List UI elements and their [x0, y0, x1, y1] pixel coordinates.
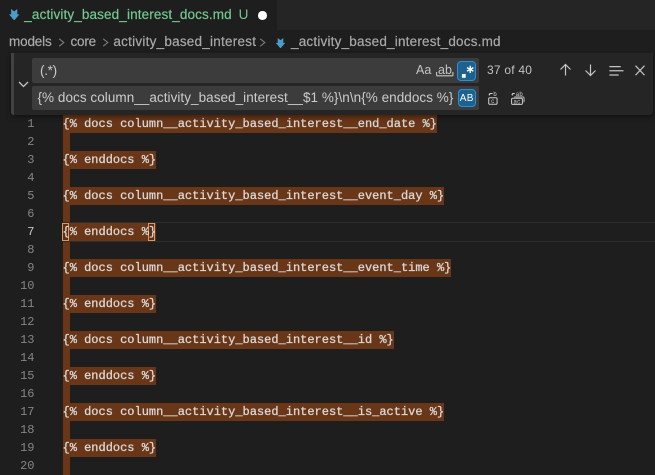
- svg-text:ac: ac: [513, 98, 521, 105]
- svg-text:b: b: [493, 91, 497, 98]
- svg-text:c: c: [491, 98, 495, 105]
